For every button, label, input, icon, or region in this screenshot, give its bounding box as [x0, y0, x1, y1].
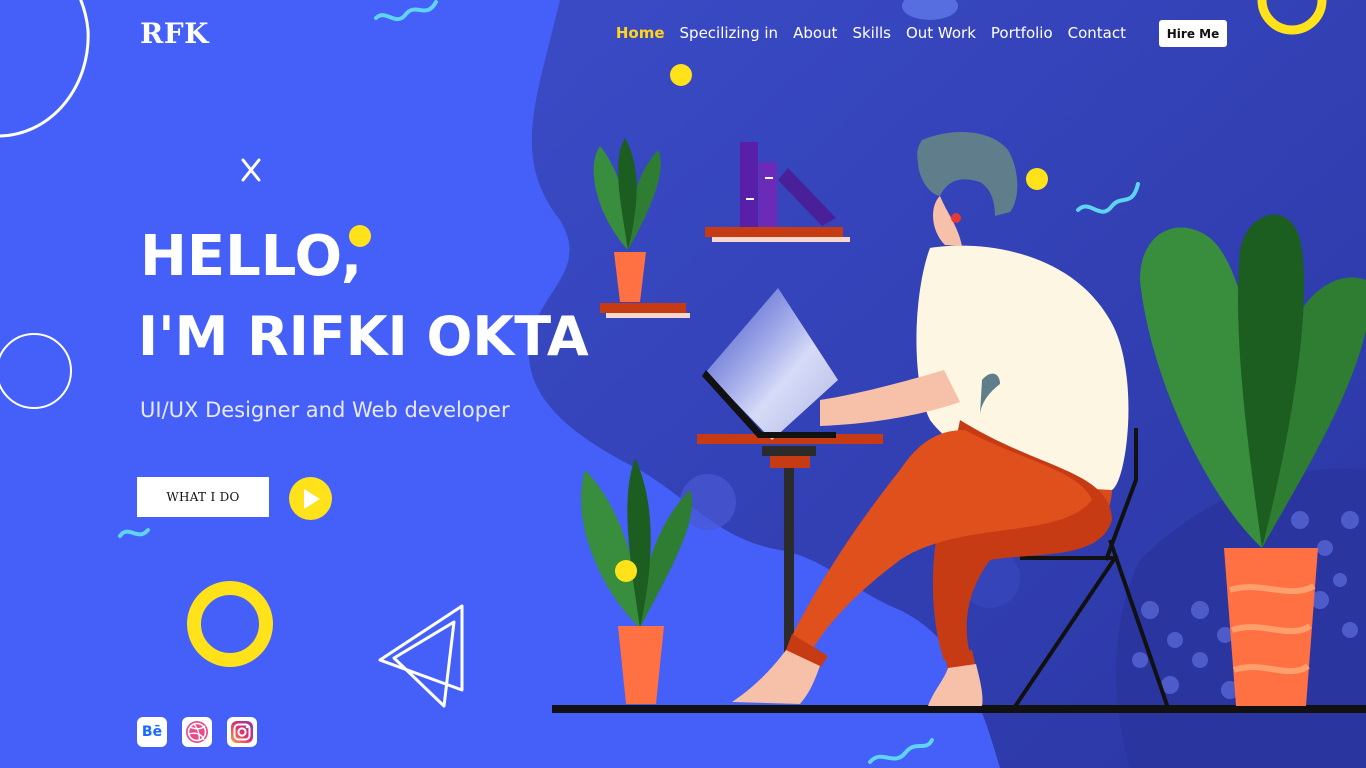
what-i-do-button[interactable]: WHAT I DO [137, 477, 269, 517]
play-icon [303, 488, 320, 509]
social-links: Bē [137, 717, 257, 747]
nav-item-portfolio[interactable]: Portfolio [991, 24, 1053, 42]
dribbble-icon[interactable] [182, 717, 212, 747]
instagram-icon[interactable] [227, 717, 257, 747]
nav-item-about[interactable]: About [793, 24, 837, 42]
hero-illustration [0, 0, 1366, 768]
hero-greeting: HELLO, [140, 224, 363, 289]
site-logo[interactable]: RFK [140, 17, 209, 50]
main-nav: Home Specilizing in About Skills Out Wor… [616, 24, 1126, 42]
hire-me-button[interactable]: Hire Me [1159, 20, 1227, 47]
nav-item-contact[interactable]: Contact [1068, 24, 1126, 42]
hero-subtitle: UI/UX Designer and Web developer [140, 398, 510, 422]
hero-name: I'M RIFKI OKTA [138, 305, 589, 368]
behance-icon[interactable]: Bē [137, 717, 167, 747]
nav-item-home[interactable]: Home [616, 24, 665, 42]
nav-item-out-work[interactable]: Out Work [906, 24, 976, 42]
nav-item-skills[interactable]: Skills [852, 24, 891, 42]
nav-item-specializing[interactable]: Specilizing in [680, 24, 779, 42]
landing-page: RFK Home Specilizing in About Skills Out… [0, 0, 1366, 768]
play-video-button[interactable] [289, 477, 332, 520]
